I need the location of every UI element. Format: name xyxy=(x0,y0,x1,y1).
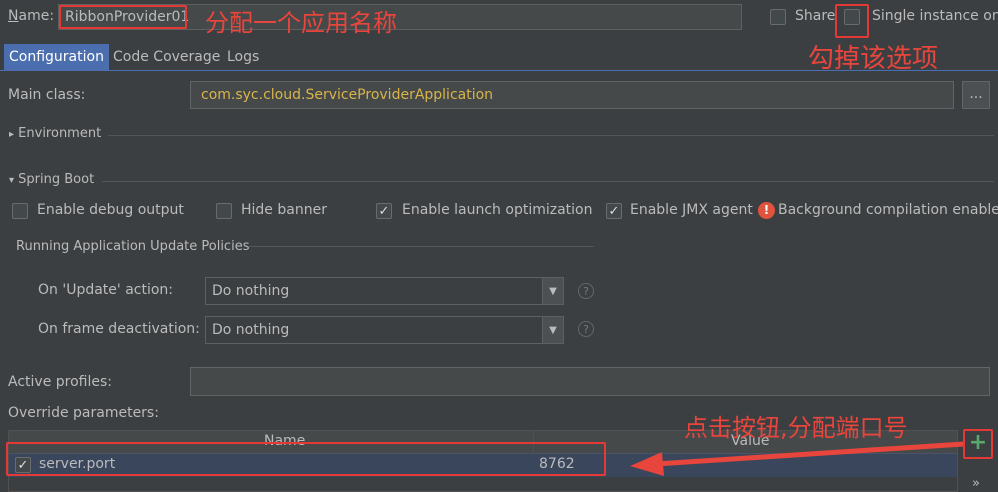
environment-divider xyxy=(108,135,994,136)
help-icon[interactable]: ? xyxy=(578,283,594,299)
single-instance-highlight-box xyxy=(835,4,869,38)
main-class-browse-button[interactable]: ... xyxy=(962,81,990,109)
single-instance-label: Single instance only xyxy=(872,8,998,24)
frame-deactivation-value: Do nothing xyxy=(212,322,290,338)
chevron-down-icon[interactable]: ▼ xyxy=(542,316,564,344)
spring-boot-label: Spring Boot xyxy=(18,172,95,187)
annotation-arrow xyxy=(630,441,965,476)
collapse-arrow-icon: ▾ xyxy=(9,175,15,186)
main-class-field[interactable]: com.syc.cloud.ServiceProviderApplication xyxy=(190,81,954,109)
environment-label: Environment xyxy=(18,126,102,141)
enable-debug-output-checkbox[interactable] xyxy=(12,203,28,219)
update-policies-label: Running Application Update Policies xyxy=(16,239,250,254)
update-action-select[interactable]: Do nothing xyxy=(205,277,543,305)
override-parameters-label: Override parameters: xyxy=(8,405,159,421)
enable-jmx-agent-label: Enable JMX agent xyxy=(630,202,753,218)
add-button[interactable]: + xyxy=(966,430,990,456)
enable-debug-output-label: Enable debug output xyxy=(37,202,184,218)
active-profiles-field[interactable] xyxy=(190,367,990,396)
name-label: Name: xyxy=(8,8,55,24)
hide-banner-label: Hide banner xyxy=(241,202,327,218)
enable-launch-optimization-label: Enable launch optimization xyxy=(402,202,593,218)
update-action-label: On 'Update' action: xyxy=(38,282,174,298)
environment-toggle[interactable]: ▸ Environment xyxy=(9,126,101,141)
tab-underline xyxy=(0,70,998,71)
name-annotation: 分配一个应用名称 xyxy=(205,9,397,37)
frame-deactivation-label: On frame deactivation: xyxy=(38,321,200,337)
update-policies-divider xyxy=(248,246,594,247)
tab-logs[interactable]: Logs xyxy=(222,44,264,70)
share-checkbox[interactable] xyxy=(770,9,786,25)
enable-jmx-agent-checkbox[interactable]: ✓ xyxy=(606,203,622,219)
warning-icon: ! xyxy=(758,202,775,219)
spring-boot-toggle[interactable]: ▾ Spring Boot xyxy=(9,172,94,187)
active-profiles-label: Active profiles: xyxy=(8,374,112,390)
more-icon[interactable]: » xyxy=(972,476,980,491)
share-label: Share xyxy=(795,8,836,24)
hide-banner-checkbox[interactable] xyxy=(216,203,232,219)
tab-code-coverage[interactable]: Code Coverage xyxy=(108,44,225,70)
frame-deactivation-select[interactable]: Do nothing xyxy=(205,316,543,344)
update-action-value: Do nothing xyxy=(212,283,290,299)
expand-arrow-icon: ▸ xyxy=(9,129,15,140)
spring-boot-divider xyxy=(102,181,994,182)
name-highlight-box xyxy=(59,5,187,29)
help-icon[interactable]: ? xyxy=(578,321,594,337)
main-class-value: com.syc.cloud.ServiceProviderApplication xyxy=(201,87,494,103)
enable-launch-optimization-checkbox[interactable]: ✓ xyxy=(376,203,392,219)
row-highlight-box xyxy=(6,442,606,476)
main-class-label: Main class: xyxy=(8,87,86,103)
chevron-down-icon[interactable]: ▼ xyxy=(542,277,564,305)
tab-configuration[interactable]: Configuration xyxy=(4,44,109,70)
background-compilation-warning: Background compilation enabled xyxy=(778,202,998,218)
